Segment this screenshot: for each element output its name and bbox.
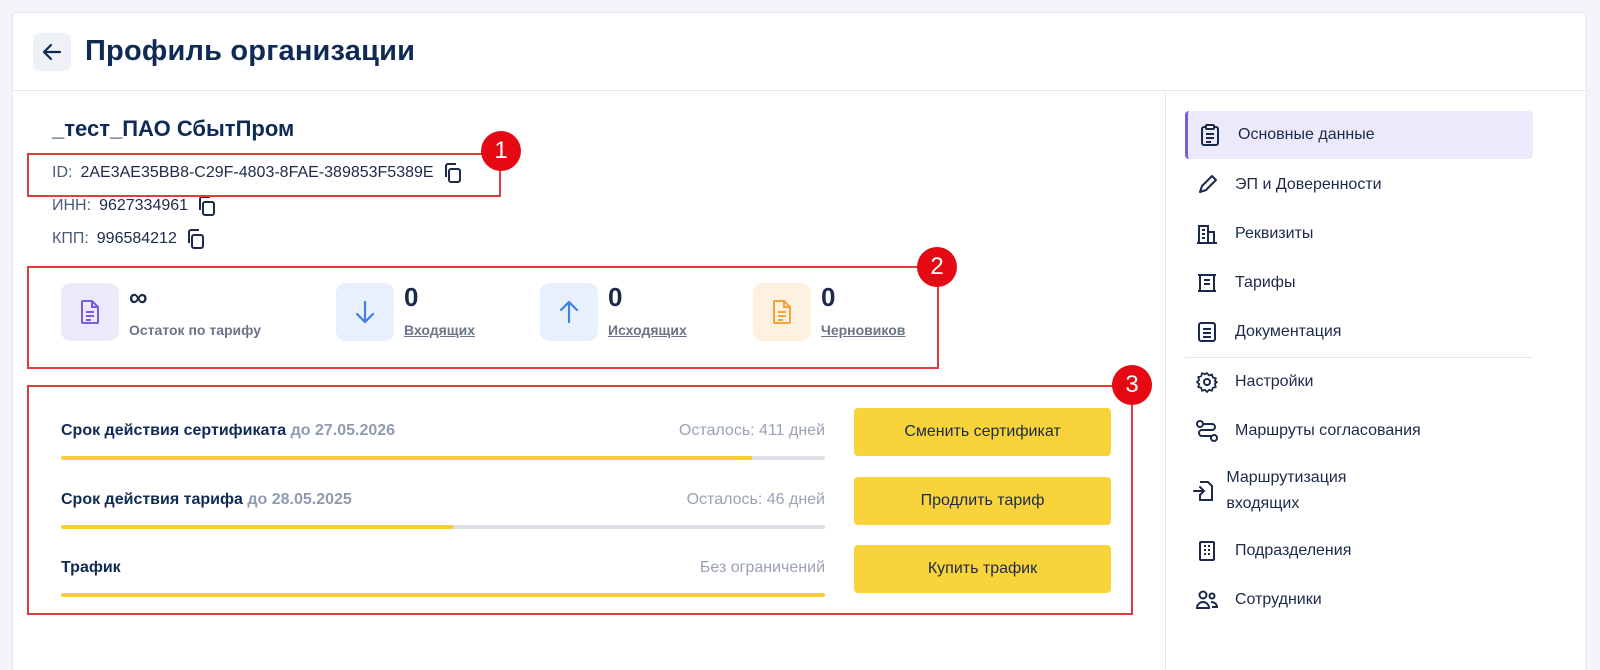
sidebar-item-label: Настройки [1235, 373, 1314, 390]
annotation-box-2 [27, 266, 939, 369]
sidebar-item-label: Подразделения [1235, 542, 1352, 559]
sidebar-item-label: Реквизиты [1235, 225, 1314, 242]
kpp-value: 996584212 [96, 230, 177, 247]
sidebar-item-tariffs[interactable]: Тарифы [1185, 270, 1533, 296]
sidebar-item-label: Тарифы [1235, 274, 1296, 291]
sidebar-item-label: Документация [1235, 323, 1342, 340]
gear-icon [1185, 371, 1229, 393]
sidebar-item-label: Маршрутизация входящих [1226, 469, 1347, 512]
sidebar-item-main-data[interactable]: Основные данные [1185, 111, 1533, 159]
kpp-row: КПП: 996584212 [52, 228, 207, 250]
doc-list-icon [1185, 321, 1229, 343]
sidebar-item-requisites[interactable]: Реквизиты [1185, 221, 1533, 247]
sidebar-divider [1185, 357, 1533, 358]
office-icon [1185, 540, 1229, 562]
building-icon [1185, 223, 1229, 245]
copy-icon[interactable] [185, 228, 207, 250]
annotation-box-3 [27, 385, 1133, 615]
sidebar-item-approval-routes[interactable]: Маршруты согласования [1185, 418, 1533, 444]
inbox-route-icon [1185, 480, 1220, 502]
sidebar-item-documentation[interactable]: Документация [1185, 319, 1533, 345]
sidebar-item-incoming-routing[interactable]: Маршрутизация входящих [1185, 465, 1385, 517]
tariff-icon [1185, 272, 1229, 294]
page-title: Профиль организации [85, 35, 416, 67]
sidebar-item-employees[interactable]: Сотрудники [1185, 587, 1533, 613]
sidebar-item-departments[interactable]: Подразделения [1185, 538, 1533, 564]
copy-icon[interactable] [196, 195, 218, 217]
page-header: Профиль организации [13, 13, 1586, 91]
users-icon [1185, 589, 1229, 611]
inn-label: ИНН: [52, 197, 92, 214]
kpp-label: КПП: [52, 230, 89, 247]
sidebar-item-label: Сотрудники [1235, 591, 1322, 608]
sidebar-item-label: ЭП и Доверенности [1235, 176, 1382, 193]
clipboard-icon [1188, 123, 1232, 147]
sidebar-item-label: Основные данные [1238, 126, 1375, 143]
annotation-badge-3: 3 [1112, 365, 1152, 405]
route-icon [1185, 420, 1229, 442]
organization-name: _тест_ПАО СбытПром [52, 116, 295, 141]
sidebar-item-signatures[interactable]: ЭП и Доверенности [1185, 172, 1533, 198]
annotation-badge-2: 2 [917, 247, 957, 287]
sidebar-nav: Основные данные ЭП и Доверенности Реквиз… [1165, 92, 1588, 670]
sidebar-item-settings[interactable]: Настройки [1185, 369, 1533, 395]
inn-row: ИНН: 9627334961 [52, 195, 218, 217]
inn-value: 9627334961 [99, 197, 189, 214]
pen-icon [1185, 174, 1229, 196]
sidebar-item-label: Маршруты согласования [1235, 422, 1421, 439]
annotation-box-1 [27, 153, 501, 197]
back-button[interactable] [33, 33, 71, 71]
arrow-left-icon [42, 43, 62, 61]
annotation-badge-1: 1 [481, 131, 521, 171]
